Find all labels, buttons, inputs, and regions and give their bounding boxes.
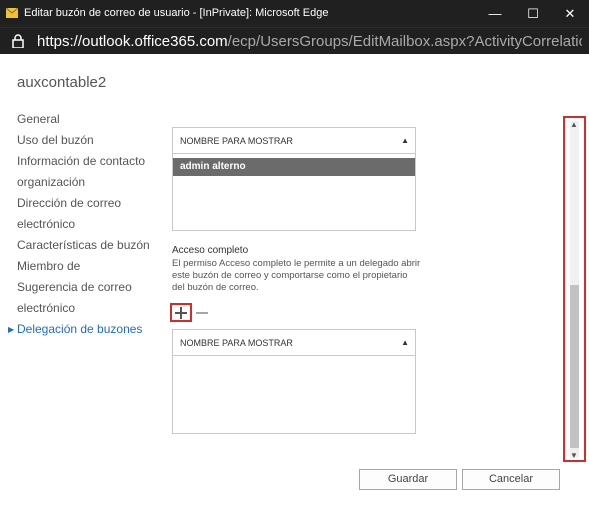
full-access-title: Acceso completo (172, 245, 249, 256)
nav-item-contact-info[interactable]: Información de contacto (17, 151, 157, 172)
url-path: /ecp/UsersGroups/EditMailbox.aspx?Activi… (227, 33, 582, 50)
url-host: https://outlook.office365.com (37, 33, 228, 50)
save-button[interactable]: Guardar (359, 469, 457, 490)
nav-item-email-address-cont[interactable]: electrónico (17, 214, 157, 235)
full-access-table: NOMBRE PARA MOSTRAR ▲ (172, 329, 416, 434)
window-title: Editar buzón de correo de usuario - [InP… (24, 7, 329, 19)
lock-icon (12, 34, 24, 48)
column-header-display-name: NOMBRE PARA MOSTRAR (180, 338, 293, 348)
mailbox-editor: auxcontable2 General Uso del buzón Infor… (0, 55, 589, 516)
add-button[interactable] (170, 303, 192, 322)
nav-item-mailtip-cont[interactable]: electrónico (17, 298, 157, 319)
nav-item-mailtip[interactable]: Sugerencia de correo (17, 277, 157, 298)
nav-item-mailbox-usage[interactable]: Uso del buzón (17, 130, 157, 151)
table-row[interactable]: admin alterno (173, 158, 415, 176)
nav-item-member-of[interactable]: Miembro de (17, 256, 157, 277)
delegates-table: NOMBRE PARA MOSTRAR ▲ admin alterno (172, 127, 416, 231)
nav-item-label: Delegación de buzones (17, 322, 143, 336)
column-header-display-name: NOMBRE PARA MOSTRAR (180, 136, 293, 146)
cancel-button[interactable]: Cancelar (462, 469, 560, 490)
mail-app-icon (6, 7, 18, 18)
url-text[interactable]: https://outlook.office365.com/ecp/UsersG… (37, 33, 582, 50)
vertical-scrollbar[interactable]: ▲ ▼ (563, 116, 586, 462)
full-access-description: El permiso Acceso completo le permite a … (172, 258, 421, 293)
sort-ascending-icon: ▲ (401, 136, 409, 145)
nav-item-organization[interactable]: organización (17, 172, 157, 193)
minimize-button[interactable]: — (476, 0, 514, 27)
table-header[interactable]: NOMBRE PARA MOSTRAR ▲ (173, 128, 415, 154)
nav-item-general[interactable]: General (17, 109, 157, 130)
title-bar: Editar buzón de correo de usuario - [InP… (0, 0, 589, 27)
scroll-thumb[interactable] (570, 285, 579, 448)
nav-item-email-address[interactable]: Dirección de correo (17, 193, 157, 214)
scroll-up-icon[interactable]: ▲ (570, 120, 578, 129)
maximize-button[interactable]: ☐ (514, 0, 552, 27)
scroll-down-icon[interactable]: ▼ (570, 451, 578, 460)
mailbox-name: auxcontable2 (17, 74, 107, 91)
sidebar-nav: General Uso del buzón Información de con… (8, 109, 157, 340)
nav-item-mailbox-delegation[interactable]: ▶ Delegación de buzones (8, 319, 157, 340)
close-button[interactable]: ✕ (551, 0, 589, 27)
sort-ascending-icon: ▲ (401, 338, 409, 347)
active-arrow-icon: ▶ (8, 325, 15, 334)
table-header[interactable]: NOMBRE PARA MOSTRAR ▲ (173, 330, 415, 356)
nav-item-mailbox-features[interactable]: Características de buzón (17, 235, 157, 256)
address-bar[interactable]: https://outlook.office365.com/ecp/UsersG… (0, 27, 589, 54)
minus-icon[interactable] (196, 312, 208, 314)
